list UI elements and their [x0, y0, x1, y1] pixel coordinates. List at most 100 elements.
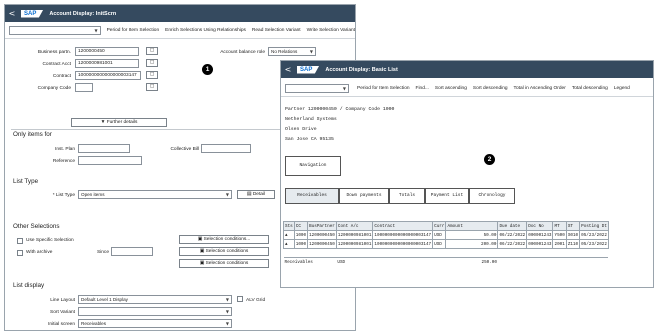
column-header[interactable]: Cont A/c [335, 221, 374, 231]
more-dropdown[interactable]: ▼ [9, 25, 101, 35]
back-icon[interactable]: < [5, 9, 19, 18]
tab-receivables[interactable]: Receivables [285, 188, 339, 204]
further-details-button[interactable]: ▼ Further details [71, 118, 167, 127]
tab-payment-list[interactable]: Payment List [425, 188, 469, 204]
selection-conditions-button-2[interactable]: ▣ Selection conditions [179, 247, 269, 256]
column-header[interactable]: Contract [372, 221, 434, 231]
callout-1: 1 [202, 64, 213, 75]
table-cell: 1200000450 [307, 239, 337, 249]
table-cell: 1000000000000000003147 [372, 230, 434, 240]
application-toolbar: ▼ Period for Item Selection Enrich Selec… [5, 22, 355, 39]
navigation-box[interactable]: Navigation [285, 156, 341, 176]
account-balance-role-dropdown[interactable]: No Relations ▼ [268, 47, 316, 56]
tab-down-payments[interactable]: Down payments [339, 188, 389, 204]
summary-amount: 250.00 [481, 259, 497, 265]
detail-button[interactable]: ▤ Detail [237, 190, 275, 199]
window-title: Account Display: InitScrn [49, 10, 117, 17]
list-type-dropdown[interactable]: Open items ▼ [78, 190, 232, 199]
basic-list-window: < SAP Account Display: Basic List ▼ Peri… [280, 60, 654, 288]
with-archive-checkbox[interactable] [17, 250, 23, 256]
sort-variant-dropdown[interactable]: ▼ [78, 307, 232, 316]
table-cell: 1000 [293, 230, 309, 240]
table-row[interactable]: ▲ 1000 1200000450 1200000981001 10000000… [283, 230, 609, 240]
status-icon: ▲ [283, 230, 295, 240]
only-items-for-heading: Only items for [13, 131, 52, 138]
column-header[interactable]: CC [293, 221, 309, 231]
business-partner-field[interactable]: 1200000450 [75, 47, 139, 56]
initial-screen-label: Initial screen [48, 322, 75, 327]
inst-plan-field[interactable] [78, 144, 130, 153]
find-button[interactable]: Find... [416, 86, 429, 91]
chevron-down-icon: ▼ [94, 27, 98, 33]
contract-account-field[interactable]: 1200000981001 [75, 59, 139, 68]
contract-account-matchcode-icon[interactable]: □ [146, 59, 158, 67]
period-item-selection-button[interactable]: Period for Item Selection [357, 86, 410, 91]
column-header[interactable]: Due date [497, 221, 528, 231]
table-row[interactable]: ▲ 1000 1200000450 1200000981001 10000000… [283, 239, 609, 249]
column-header[interactable]: MT [552, 221, 567, 231]
total-ascending-button[interactable]: Total in Ascending Order [514, 86, 566, 91]
selection-conditions-button-1[interactable]: ▣ Selection conditions... [179, 235, 269, 244]
contract-field[interactable]: 1000000000000000003147 [75, 71, 141, 80]
table-cell: USD [432, 230, 447, 240]
read-selection-variant-button[interactable]: Read Selection Variant [252, 28, 301, 33]
company-code-field[interactable] [75, 83, 93, 92]
table-cell: 1200000450 [307, 230, 337, 240]
more-dropdown[interactable]: ▼ [285, 83, 349, 93]
company-code-matchcode-icon[interactable]: □ [146, 83, 158, 91]
selection-conditions-button-3[interactable]: ▣ Selection conditions [179, 259, 269, 268]
column-header[interactable]: BusPartner [307, 221, 337, 231]
column-header[interactable]: Sts [283, 221, 295, 231]
use-specific-selection-label: Use Specific Selection [26, 238, 74, 243]
reference-label: Reference [52, 159, 75, 164]
contract-label: Contract [52, 74, 71, 79]
legend-button[interactable]: Legend [614, 86, 630, 91]
period-item-selection-button[interactable]: Period for Item Selection [107, 28, 160, 33]
table-header-row: Sts CC BusPartner Cont A/c Contract Curr… [283, 221, 609, 231]
line-layout-label: Line Layout [50, 298, 75, 303]
sort-variant-label: Sort Variant [50, 310, 75, 315]
line-layout-dropdown[interactable]: Default Level 1 Display ▼ [78, 295, 232, 304]
sap-logo: SAP [297, 65, 320, 74]
other-selections-heading: Other Selections [13, 223, 60, 230]
back-icon[interactable]: < [281, 65, 295, 74]
initial-screen-dropdown[interactable]: Receivables ▼ [78, 319, 232, 328]
reference-field[interactable] [78, 156, 142, 165]
use-specific-selection-checkbox[interactable] [17, 238, 23, 244]
table-cell: 200.00 [445, 239, 499, 249]
contract-matchcode-icon[interactable]: □ [146, 71, 158, 79]
selection-icon: ▣ [199, 249, 205, 254]
column-header[interactable]: Doc No [526, 221, 554, 231]
column-header[interactable]: Posting Dt [579, 221, 609, 231]
table-cell: 06/22/2022 [497, 230, 528, 240]
callout-2: 2 [484, 154, 495, 165]
tab-totals[interactable]: Totals [389, 188, 425, 204]
since-date-field[interactable] [111, 247, 153, 256]
table-cell: 05/23/2022 [579, 239, 609, 249]
table-cell: 1000000000000000003147 [372, 239, 434, 249]
enrich-selections-button[interactable]: Enrich Selections Using Relationships [165, 28, 246, 33]
window-title-bar: < SAP Account Display: Basic List [281, 61, 653, 78]
chevron-down-icon: ▼ [225, 309, 229, 314]
table-cell: 000001243 [526, 230, 554, 240]
alv-grid-checkbox[interactable] [237, 296, 243, 302]
summary-row: Receivables USD 250.00 [284, 258, 609, 267]
collective-bill-field[interactable] [201, 144, 251, 153]
column-header[interactable]: ST [565, 221, 581, 231]
table-cell: 50.00 [445, 230, 499, 240]
address-line: Olsen Drive [285, 127, 317, 132]
tab-chronology[interactable]: Chronology [469, 188, 515, 204]
sort-ascending-button[interactable]: Sort ascending [435, 86, 467, 91]
summary-label: Receivables [284, 259, 313, 265]
write-selection-variant-button[interactable]: Write Selection Variant [307, 28, 355, 33]
column-header[interactable]: Curr [432, 221, 447, 231]
table-cell: USD [432, 239, 447, 249]
since-label: Since [97, 250, 109, 255]
total-descending-button[interactable]: Total descending [572, 86, 608, 91]
sort-descending-button[interactable]: Sort descending [473, 86, 508, 91]
column-header[interactable]: Amount [445, 221, 499, 231]
table-cell: 2001 [552, 239, 567, 249]
chevron-down-icon: ▼ [309, 49, 313, 54]
with-archive-label: With archive [26, 250, 53, 255]
alv-grid-label: ALV Grid [246, 298, 266, 303]
